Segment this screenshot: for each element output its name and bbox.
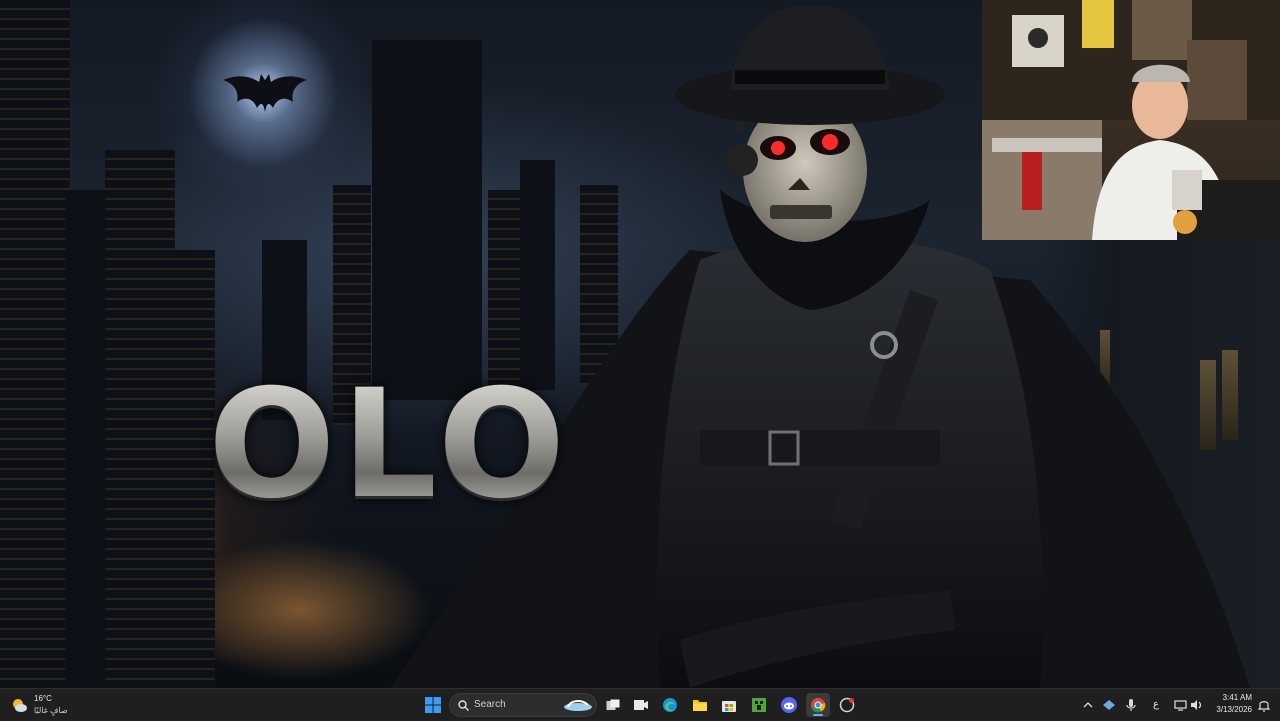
show-hidden-icons-button[interactable] bbox=[1079, 693, 1097, 717]
olo-logo-title: OLO bbox=[208, 370, 628, 520]
tray-app-button[interactable] bbox=[1099, 693, 1119, 717]
edge-browser-icon bbox=[663, 698, 677, 712]
taskbar-app-discord[interactable] bbox=[777, 693, 801, 717]
building bbox=[0, 0, 70, 688]
volume-button[interactable] bbox=[1188, 693, 1206, 717]
minecraft-icon bbox=[752, 698, 766, 712]
building bbox=[105, 150, 175, 688]
desktop-wallpaper: OLO bbox=[0, 0, 1280, 688]
taskbar-search-box[interactable]: Search bbox=[449, 693, 597, 717]
task-view-icon bbox=[606, 699, 620, 710]
discord-icon bbox=[781, 697, 797, 713]
search-highlight-icon bbox=[564, 700, 592, 711]
taskbar-app-file-explorer[interactable] bbox=[688, 693, 712, 717]
streamer-webcam-feed bbox=[982, 0, 1280, 240]
partly-cloudy-icon bbox=[13, 699, 27, 712]
weather-condition: صافٍ غالبًا bbox=[34, 706, 68, 715]
taskbar-app-store[interactable] bbox=[717, 693, 741, 717]
taskbar: 16°C صافٍ غالبًا Search ع 3:41 AM 3/13/2… bbox=[0, 688, 1280, 721]
chevron-up-icon bbox=[1083, 702, 1093, 708]
bat-signal-icon bbox=[223, 74, 307, 112]
taskbar-clock[interactable]: 3:41 AM 3/13/2026 bbox=[1208, 692, 1252, 716]
windows-logo-icon bbox=[425, 697, 441, 713]
weather-widget[interactable]: 16°C صافٍ غالبًا bbox=[10, 691, 80, 719]
taskbar-app-minecraft[interactable] bbox=[747, 693, 771, 717]
chrome-icon bbox=[811, 698, 826, 713]
clock-date: 3/13/2026 bbox=[1216, 705, 1252, 714]
record-icon bbox=[839, 697, 855, 713]
app-tray-icon bbox=[1103, 700, 1115, 710]
search-label: Search bbox=[474, 699, 506, 710]
network-icon bbox=[1174, 700, 1187, 711]
clock-time: 3:41 AM bbox=[1222, 693, 1252, 702]
taskbar-app-chrome[interactable] bbox=[806, 693, 830, 717]
microphone-button[interactable] bbox=[1121, 693, 1141, 717]
start-button[interactable] bbox=[421, 693, 445, 717]
weather-temperature: 16°C bbox=[34, 694, 52, 703]
notification-icon bbox=[1258, 700, 1270, 712]
search-icon bbox=[458, 700, 469, 711]
active-app-indicator bbox=[813, 714, 823, 716]
task-view-button[interactable] bbox=[601, 693, 625, 717]
volume-icon bbox=[1191, 700, 1202, 710]
notification-button[interactable] bbox=[1254, 693, 1274, 717]
camera-app-icon bbox=[634, 700, 648, 710]
microphone-icon bbox=[1126, 699, 1136, 711]
folder-icon bbox=[693, 700, 707, 711]
taskbar-app-edge[interactable] bbox=[658, 693, 682, 717]
taskbar-app-recorder[interactable] bbox=[835, 693, 859, 717]
building bbox=[65, 190, 110, 688]
webcam-overlay bbox=[982, 0, 1280, 240]
taskbar-app-camera[interactable] bbox=[629, 693, 653, 717]
store-bag-icon bbox=[722, 701, 736, 712]
input-language-indicator[interactable]: ع bbox=[1153, 699, 1159, 710]
